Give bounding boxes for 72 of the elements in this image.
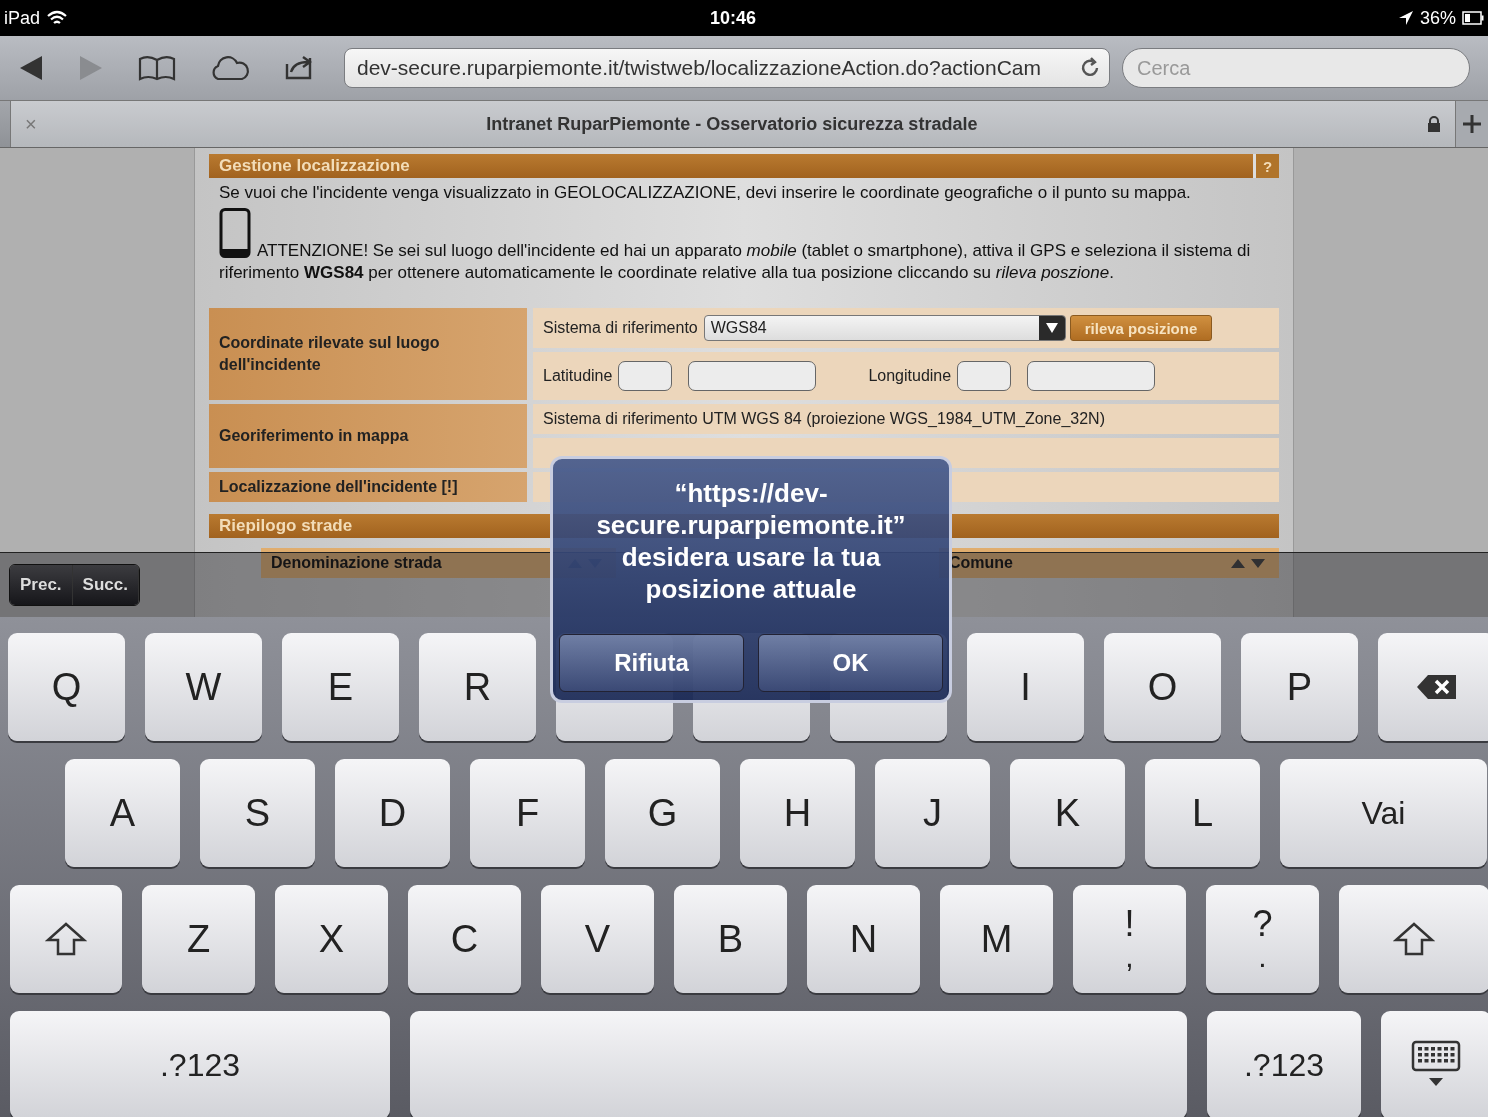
battery-percentage: 36% [1419,7,1456,29]
shift-arrow-icon [45,922,87,956]
address-bar[interactable]: dev-secure.ruparpiemonte.it/twistweb/localizzazioneAction.do?actionCam [344,48,1110,88]
field-label: Longitudine [868,367,952,385]
keyboard-key[interactable]: W [145,633,262,741]
reference-system-select[interactable]: WGS84 [703,315,1066,341]
location-arrow-icon [1397,10,1414,26]
keyboard-key[interactable]: .?123 [1207,1011,1361,1117]
keyboard-key[interactable]: L [1145,759,1260,867]
dropdown-caret-icon [1044,322,1059,334]
keyboard-key[interactable]: F [470,759,585,867]
intro-text: Se vuoi che l'incidente venga visualizzato in GEOLOCALIZZAZIONE, devi inserire le coordinate geografiche o il punto su mappa. [219,182,1192,204]
backspace-key[interactable] [1378,633,1488,741]
next-button[interactable]: Succ. [72,565,139,605]
previous-button[interactable]: Prec. [10,565,73,605]
keyboard-key[interactable]: P [1241,633,1358,741]
smartphone-icon [219,208,251,258]
row-label: Coordinate rilevate sul luogo dell'incidente [209,308,527,400]
panel-title: Gestione localizzazione [218,155,411,177]
keyboard-key[interactable]: A [65,759,180,867]
keyboard-key[interactable]: J [875,759,990,867]
keyboard-key[interactable]: .?123 [10,1011,390,1117]
new-tab-button[interactable] [1456,101,1488,147]
field-label: Sistema di riferimento [543,319,698,337]
keyboard-key[interactable]: Vai [1280,759,1487,867]
lock-icon [1427,116,1441,132]
info-text: Sistema di riferimento UTM WGS 84 (proiezione WGS_1984_UTM_Zone_32N) [543,410,1105,428]
shift-arrow-icon [1393,922,1435,956]
hide-keyboard-key[interactable] [1381,1011,1488,1117]
alert-button[interactable]: OK [758,634,943,692]
degrees-input[interactable] [618,361,673,391]
device-name: iPad [4,7,41,29]
shift-key[interactable] [10,885,122,993]
keyboard-key[interactable]: D [335,759,450,867]
keyboard-key[interactable]: E [282,633,399,741]
keyboard-key[interactable]: M [940,885,1053,993]
backspace-icon [1415,674,1458,700]
clock-time: 10:46 [709,7,756,29]
keyboard-key[interactable]: N [807,885,920,993]
keyboard-key[interactable]: B [674,885,787,993]
keyboard-key[interactable]: V [541,885,654,993]
bookmarks-button[interactable] [138,55,176,81]
search-field[interactable]: Cerca [1122,48,1470,88]
keyboard-key[interactable]: Q [8,633,125,741]
section-title: Riepilogo strade [218,515,354,537]
browser-tab[interactable]: × Intranet RuparPiemonte - Osservatorio sicurezza stradale [10,101,1456,147]
keyboard-key[interactable]: I [967,633,1084,741]
field-label: Latitudine [543,367,613,385]
decimals-input[interactable] [688,361,817,391]
keyboard-key[interactable]: ? . [1206,885,1319,993]
plus-icon [1462,114,1482,134]
alert-button[interactable]: Rifiuta [559,634,744,692]
keyboard-key[interactable]: G [605,759,720,867]
keyboard-key[interactable]: Z [142,885,255,993]
keyboard-key[interactable]: K [1010,759,1125,867]
keyboard-key[interactable]: ! , [1073,885,1186,993]
degrees-input[interactable] [957,361,1012,391]
decimals-input[interactable] [1027,361,1156,391]
row-label: Localizzazione dell'incidente [!] [209,472,527,502]
cloud-button[interactable] [210,55,250,81]
row-label: Georiferimento in mappa [209,404,527,468]
keyboard-key[interactable]: X [275,885,388,993]
keyboard-key[interactable]: O [1104,633,1221,741]
keyboard-key[interactable]: R [419,633,536,741]
battery-icon [1462,11,1484,25]
back-button[interactable] [18,54,44,82]
wifi-icon [46,10,69,26]
keyboard-key[interactable]: H [740,759,855,867]
tab-title: Intranet RuparPiemonte - Osservatorio sicurezza stradale [486,113,978,135]
keyboard-key[interactable]: S [200,759,315,867]
warning-text: ATTENZIONE! Se sei sul luogo dell'incidente ed hai un apparato mobile (tablet o smartphone), attiva il GPS e seleziona il sistema di riferimento WGS84 per ottenere automaticamente le coordinate relative alla tua posizione cliccando su rileva poszione. [219,240,1252,284]
keyboard-key[interactable]: C [408,885,521,993]
